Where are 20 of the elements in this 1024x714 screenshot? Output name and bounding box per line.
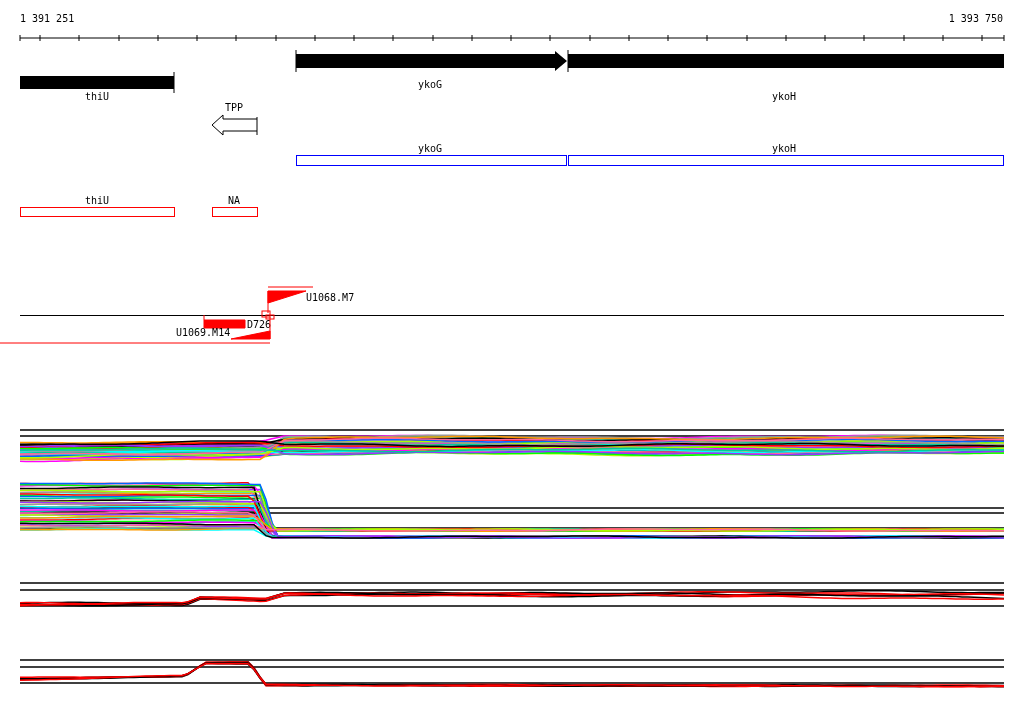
annotation-label: thiU <box>84 195 110 206</box>
deletion-bar <box>203 314 246 329</box>
ruler-start-label: 1 391 251 <box>20 13 75 24</box>
gene-label: ykoH <box>771 91 797 102</box>
riboswitch-arrow <box>211 114 258 136</box>
gene-label: ykoG <box>417 79 443 90</box>
breakpoint-marker <box>261 310 275 320</box>
ruler-end-label: 1 393 750 <box>948 13 1003 24</box>
annotation-box <box>212 207 258 217</box>
riboswitch-label: TPP <box>224 102 244 113</box>
annotation-label: NA <box>228 195 240 206</box>
breakpoint-label: U1069.M14 <box>176 327 231 338</box>
breakpoint-wedge <box>267 290 307 314</box>
breakpoint-label: U1068.M7 <box>306 292 355 303</box>
breakpoint-label: D726 <box>247 319 272 330</box>
gene-label: thiU <box>84 91 110 102</box>
breakpoint-wedge <box>230 316 271 340</box>
predicted-gene-label: ykoG <box>417 143 443 154</box>
predicted-gene-label: ykoH <box>771 143 797 154</box>
breakpoint-line <box>267 286 314 288</box>
